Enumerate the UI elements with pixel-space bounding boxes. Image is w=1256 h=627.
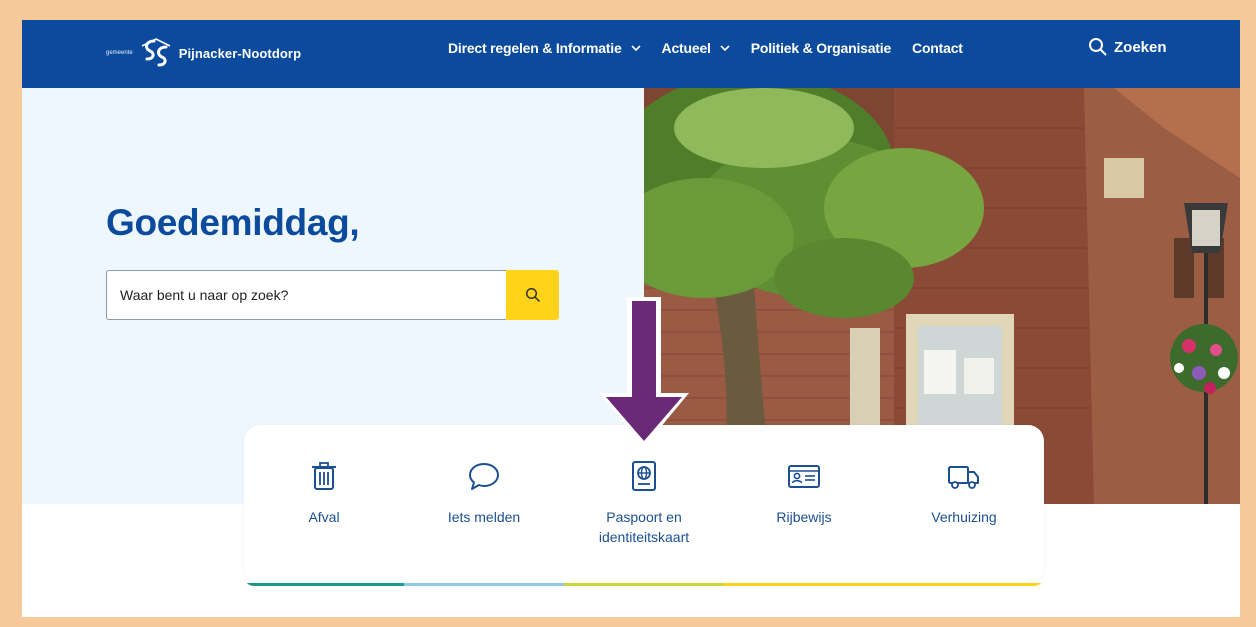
annotation-arrow-icon — [599, 297, 689, 447]
nav-label: Actueel — [661, 40, 711, 56]
nav-label: Politiek & Organisatie — [750, 40, 892, 56]
search-icon — [525, 287, 540, 303]
logo-city-name: Pijnacker-Nootdorp — [178, 45, 302, 61]
municipality-logo[interactable]: gemeente Pijnacker-Nootdorp — [106, 30, 301, 76]
nav-direct-regelen[interactable]: Direct regelen & Informatie — [448, 40, 641, 56]
logo-mark-icon — [141, 38, 171, 67]
chevron-down-icon — [720, 45, 730, 52]
greeting-heading: Goedemiddag, — [106, 202, 360, 243]
tile-paspoort[interactable]: Paspoort en identiteitskaart — [564, 459, 724, 547]
nav-label: Direct regelen & Informatie — [448, 40, 622, 56]
search-submit-button[interactable] — [506, 270, 559, 320]
tiles-accent-bar — [244, 576, 1044, 586]
tile-label: Paspoort en identiteitskaart — [598, 509, 690, 545]
header-search-label: Zoeken — [1114, 38, 1167, 56]
tile-iets-melden[interactable]: Iets melden — [404, 459, 564, 527]
search-icon — [1089, 38, 1107, 56]
nav-politiek-organisatie[interactable]: Politiek & Organisatie — [750, 40, 892, 56]
passport-icon — [632, 461, 656, 491]
search-input[interactable]: Waar bent u naar op zoek? — [106, 270, 506, 320]
tile-label: Rijbewijs — [776, 509, 832, 525]
chevron-down-icon — [630, 45, 641, 52]
tile-verhuizing[interactable]: Verhuizing — [884, 459, 1044, 527]
tile-label: Afval — [308, 509, 340, 525]
logo-prefix: gemeente — [106, 50, 133, 56]
page-frame: gemeente Pijnacker-Nootdorp Direct regel… — [22, 20, 1240, 617]
tile-afval[interactable]: Afval — [244, 459, 404, 527]
main-navigation: Direct regelen & Informatie Actueel Poli… — [448, 20, 984, 76]
header-search-button[interactable]: Zoeken — [1088, 37, 1167, 57]
speech-bubble-icon — [469, 463, 499, 490]
nav-contact[interactable]: Contact — [912, 40, 963, 56]
site-header: gemeente Pijnacker-Nootdorp Direct regel… — [22, 20, 1240, 88]
tile-label: Verhuizing — [931, 509, 997, 525]
tile-label: Iets melden — [447, 509, 521, 525]
id-card-icon — [788, 465, 820, 488]
moving-truck-icon — [948, 466, 979, 489]
trash-bin-icon — [312, 462, 336, 490]
nav-label: Contact — [912, 40, 963, 56]
tile-rijbewijs[interactable]: Rijbewijs — [724, 459, 884, 527]
nav-actueel[interactable]: Actueel — [662, 40, 730, 56]
search-placeholder: Waar bent u naar op zoek? — [120, 287, 289, 303]
